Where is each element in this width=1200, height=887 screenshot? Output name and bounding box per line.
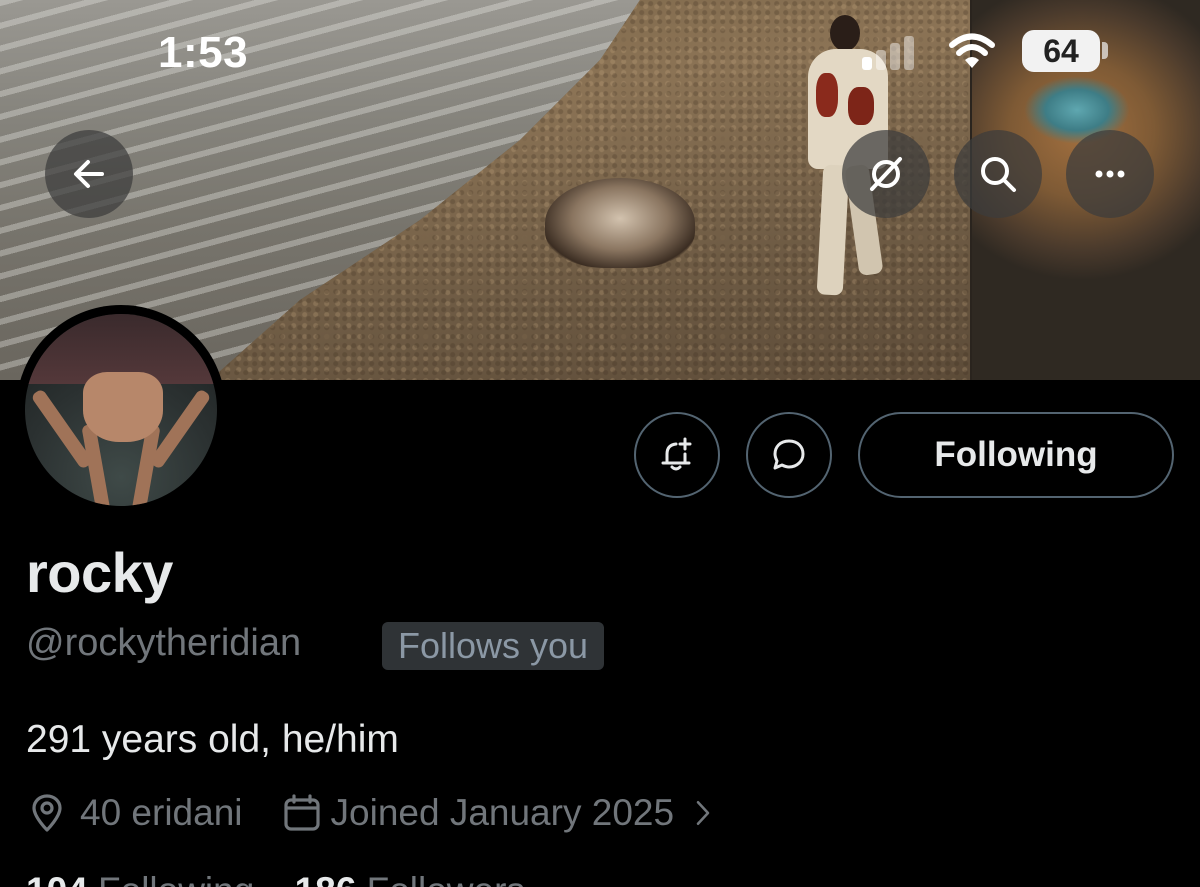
avatar[interactable] <box>16 305 226 515</box>
wifi-icon <box>949 33 995 68</box>
following-button[interactable]: Following <box>858 412 1174 498</box>
arrow-left-icon <box>74 160 104 188</box>
bell-plus-icon <box>661 437 692 471</box>
followers-label[interactable]: Followers <box>367 870 525 887</box>
profile-bio: 291 years old, he/him <box>26 718 399 761</box>
grok-slash-icon <box>870 157 902 191</box>
follows-you-badge: Follows you <box>382 622 605 670</box>
status-time: 1:53 <box>158 28 249 77</box>
notifications-button[interactable] <box>634 412 720 498</box>
calendar-icon <box>283 794 320 831</box>
cellular-signal-icon <box>862 34 922 70</box>
following-label[interactable]: Following <box>98 870 254 887</box>
avatar-image <box>25 314 217 506</box>
ellipsis-icon <box>1095 170 1125 178</box>
profile-meta-row: 40 eridani Joined January 2025 <box>26 790 718 836</box>
display-name: rocky <box>26 541 173 604</box>
location-pin-icon <box>32 794 62 832</box>
battery-indicator: 64 <box>1022 30 1100 72</box>
following-count[interactable]: 104 <box>26 870 88 887</box>
message-button[interactable] <box>746 412 832 498</box>
profile-joined-date[interactable]: Joined January 2025 <box>331 792 675 834</box>
more-options-button[interactable] <box>1066 130 1154 218</box>
search-icon <box>981 157 1016 192</box>
battery-nub <box>1102 42 1108 59</box>
profile-location: 40 eridani <box>80 792 243 833</box>
user-handle: @rockytheridian <box>26 622 302 664</box>
search-button[interactable] <box>954 130 1042 218</box>
followers-count[interactable]: 186 <box>295 870 357 887</box>
chat-bubble-icon <box>773 439 805 470</box>
follow-stats: 104 Following 186 Followers <box>26 870 555 887</box>
banner-creature <box>545 178 695 268</box>
chevron-right-icon[interactable] <box>688 798 718 828</box>
grok-button[interactable] <box>842 130 930 218</box>
back-button[interactable] <box>45 130 133 218</box>
